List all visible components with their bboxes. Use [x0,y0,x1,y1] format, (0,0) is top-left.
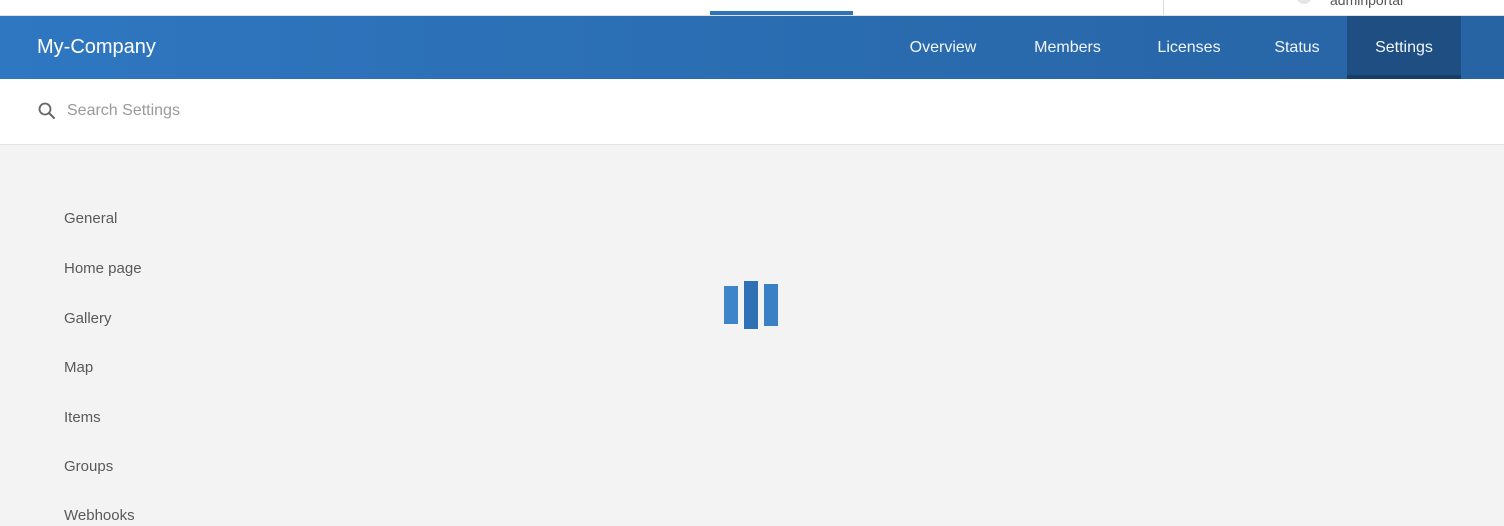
loading-indicator-icon [724,281,780,331]
settings-search-bar [0,79,1504,145]
tab-overview[interactable]: Overview [895,16,991,79]
tab-members[interactable]: Members [1019,16,1116,79]
search-input[interactable] [60,97,674,125]
sidebar-item-groups[interactable]: Groups [64,457,113,477]
top-divider [1163,0,1164,15]
top-active-tab-indicator [710,11,853,15]
organization-header: My-Company Overview Members Licenses Sta… [0,16,1504,79]
loader-bar [724,286,738,324]
sidebar-item-map[interactable]: Map [64,358,93,378]
tab-status[interactable]: Status [1261,16,1333,79]
tab-licenses[interactable]: Licenses [1144,16,1234,79]
sidebar-item-items[interactable]: Items [64,408,101,428]
user-avatar[interactable] [1296,0,1312,4]
search-icon [37,101,57,121]
sidebar-item-webhooks[interactable]: Webhooks [64,506,135,526]
tab-settings[interactable]: Settings [1347,16,1461,79]
loader-bar [764,284,778,326]
top-utility-bar: adminportal [0,0,1504,16]
org-name-link[interactable]: My-Company [37,35,156,59]
username-label[interactable]: adminportal [1330,0,1403,9]
sidebar-item-gallery[interactable]: Gallery [64,309,112,329]
loader-bar [744,281,758,329]
sidebar-item-general[interactable]: General [64,209,117,229]
sidebar-item-home-page[interactable]: Home page [64,259,142,279]
